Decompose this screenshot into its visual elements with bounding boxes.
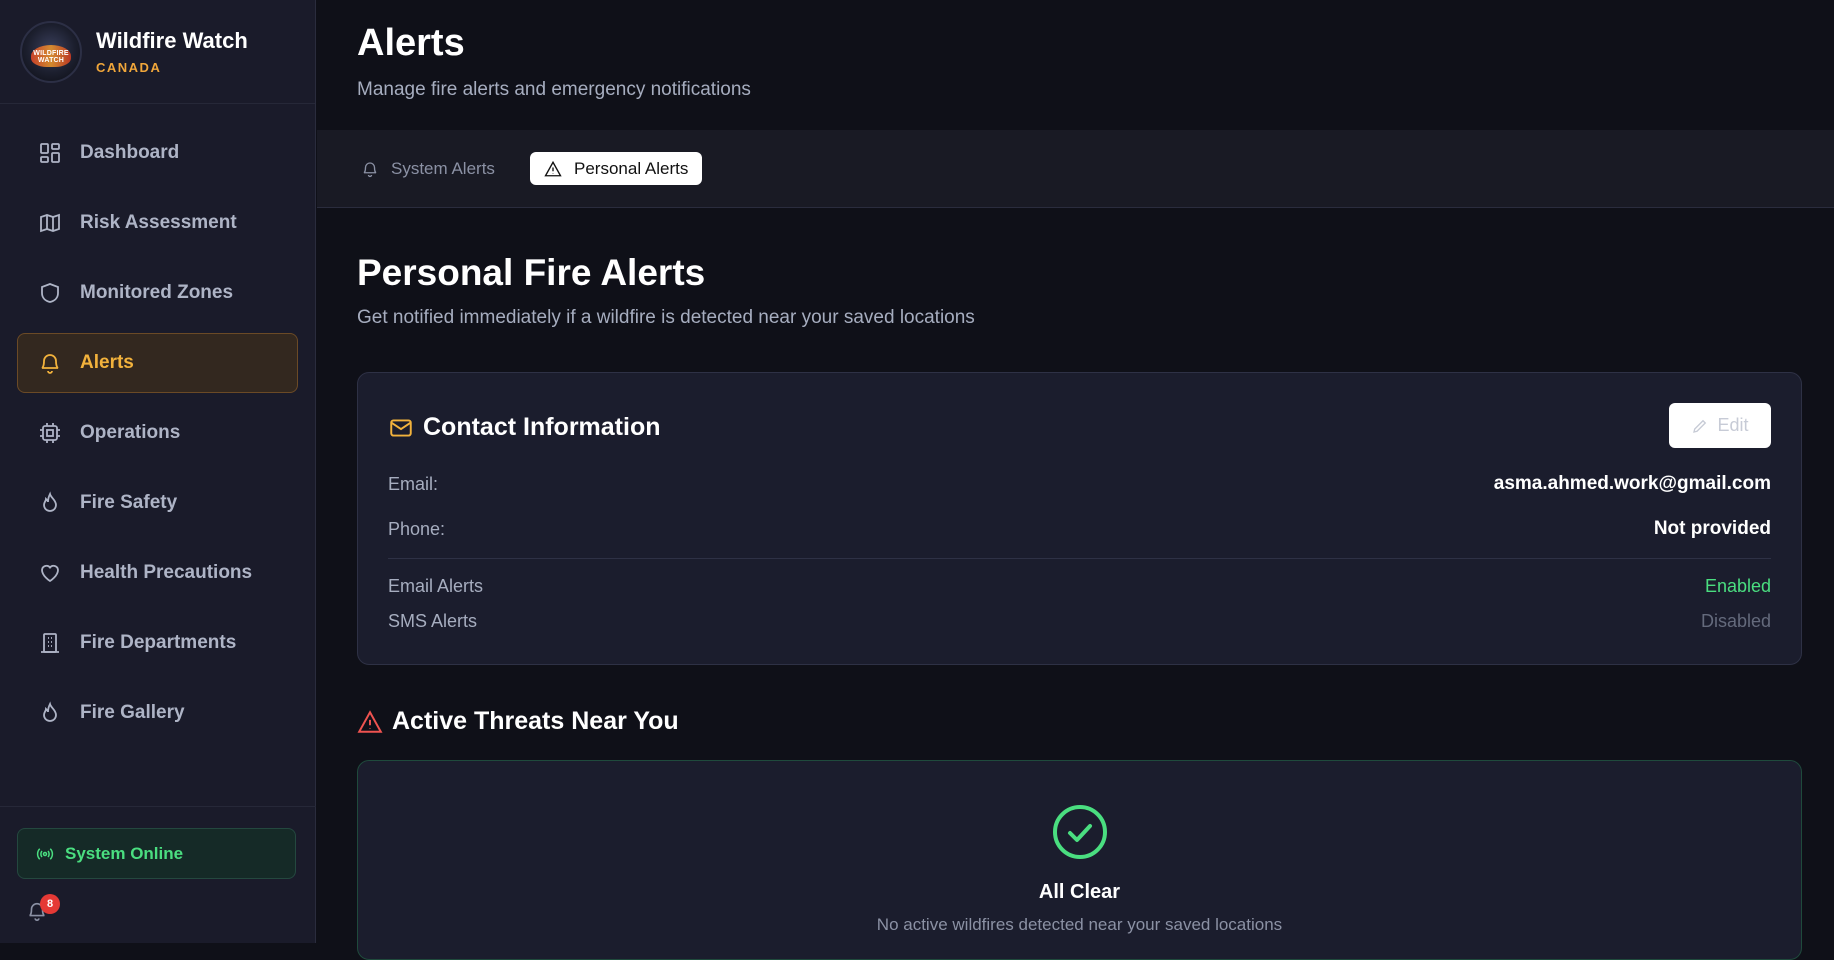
sidebar-item-label: Health Precautions — [80, 562, 253, 583]
flame-icon — [38, 491, 62, 515]
contact-information-card: Contact Information Edit Email: asma.ahm… — [357, 372, 1802, 665]
page-title: Alerts — [357, 22, 465, 64]
email-alerts-status: Enabled — [1704, 576, 1771, 596]
map-icon — [38, 211, 62, 235]
flame-icon — [38, 701, 62, 725]
notification-count-badge: 8 — [40, 894, 60, 914]
sidebar-item-fire-safety[interactable]: Fire Safety — [17, 473, 298, 533]
sms-alerts-row: SMS Alerts Disabled — [388, 611, 1771, 632]
bell-icon — [361, 160, 379, 178]
tab-system-alerts[interactable]: System Alerts — [347, 152, 509, 185]
sidebar-item-alerts[interactable]: Alerts — [17, 333, 298, 393]
edit-button-label: Edit — [1717, 415, 1749, 435]
sms-alerts-label: SMS Alerts — [388, 611, 478, 631]
sidebar-divider — [0, 806, 316, 807]
contact-card-title: Contact Information — [388, 413, 661, 442]
all-clear-title: All Clear — [1038, 881, 1121, 903]
edit-contact-button[interactable]: Edit — [1669, 403, 1771, 448]
brand[interactable]: WILDFIRE WATCH Wildfire Watch CANADA — [0, 0, 315, 104]
all-clear-card: All Clear No active wildfires detected n… — [357, 760, 1802, 960]
contact-card-title-label: Contact Information — [423, 413, 661, 441]
sidebar-item-label: Monitored Zones — [80, 282, 234, 303]
email-label: Email: — [388, 473, 439, 494]
main-content: Alerts Manage fire alerts and emergency … — [317, 0, 1834, 960]
check-circle-icon — [1052, 805, 1107, 859]
sidebar-item-dashboard[interactable]: Dashboard — [17, 123, 298, 183]
sidebar-nav: Dashboard Risk Assessment Monitored Zone… — [0, 104, 315, 743]
system-status-badge: System Online — [17, 828, 296, 879]
all-clear-subtitle: No active wildfires detected near your s… — [876, 915, 1283, 934]
sidebar: WILDFIRE WATCH Wildfire Watch CANADA Das… — [0, 0, 316, 943]
bell-icon — [38, 351, 62, 375]
notifications-button[interactable]: 8 — [26, 894, 60, 924]
active-threats-title: Active Threats Near You — [357, 707, 679, 736]
sidebar-item-fire-gallery[interactable]: Fire Gallery — [17, 683, 298, 743]
sidebar-item-label: Risk Assessment — [80, 212, 237, 233]
sidebar-item-monitored-zones[interactable]: Monitored Zones — [17, 263, 298, 323]
sidebar-item-label: Fire Gallery — [80, 702, 185, 723]
sidebar-item-operations[interactable]: Operations — [17, 403, 298, 463]
logo: WILDFIRE WATCH — [20, 20, 82, 83]
shield-icon — [38, 281, 62, 305]
building-icon — [38, 631, 62, 655]
dashboard-icon — [38, 141, 62, 165]
tab-label: Personal Alerts — [574, 158, 689, 178]
tab-personal-alerts[interactable]: Personal Alerts — [530, 152, 703, 185]
sidebar-item-label: Dashboard — [80, 142, 180, 163]
brand-title: Wildfire Watch — [96, 28, 248, 53]
sidebar-item-label: Fire Departments — [80, 632, 237, 653]
logo-text: WILDFIRE WATCH — [33, 49, 69, 64]
cpu-icon — [38, 421, 62, 445]
phone-row: Phone: Not provided — [388, 518, 1771, 540]
system-status-label: System Online — [65, 843, 184, 863]
email-row: Email: asma.ahmed.work@gmail.com — [388, 473, 1771, 495]
tab-bar: System Alerts Personal Alerts — [317, 130, 1834, 208]
sidebar-item-fire-departments[interactable]: Fire Departments — [17, 613, 298, 673]
pencil-icon — [1691, 417, 1709, 435]
phone-label: Phone: — [388, 518, 446, 539]
page-subtitle: Manage fire alerts and emergency notific… — [357, 79, 751, 100]
sidebar-item-risk-assessment[interactable]: Risk Assessment — [17, 193, 298, 253]
mail-icon — [388, 415, 414, 441]
sidebar-item-label: Operations — [80, 422, 181, 443]
email-value: asma.ahmed.work@gmail.com — [1493, 473, 1771, 494]
email-alerts-label: Email Alerts — [388, 576, 484, 596]
active-threats-label: Active Threats Near You — [392, 707, 679, 735]
email-alerts-row: Email Alerts Enabled — [388, 576, 1771, 597]
sms-alerts-status: Disabled — [1700, 611, 1771, 631]
personal-alerts-subtitle: Get notified immediately if a wildfire i… — [357, 307, 975, 328]
sidebar-item-health-precautions[interactable]: Health Precautions — [17, 543, 298, 603]
warning-icon — [357, 709, 383, 735]
contact-divider — [388, 558, 1771, 559]
signal-icon — [36, 845, 54, 863]
tab-label: System Alerts — [391, 158, 495, 178]
heart-icon — [38, 561, 62, 585]
phone-value: Not provided — [1653, 518, 1771, 539]
brand-subtitle: CANADA — [96, 60, 162, 75]
sidebar-item-label: Fire Safety — [80, 492, 178, 513]
personal-alerts-title: Personal Fire Alerts — [357, 252, 706, 293]
warning-icon — [544, 160, 562, 178]
sidebar-item-label: Alerts — [80, 352, 134, 373]
